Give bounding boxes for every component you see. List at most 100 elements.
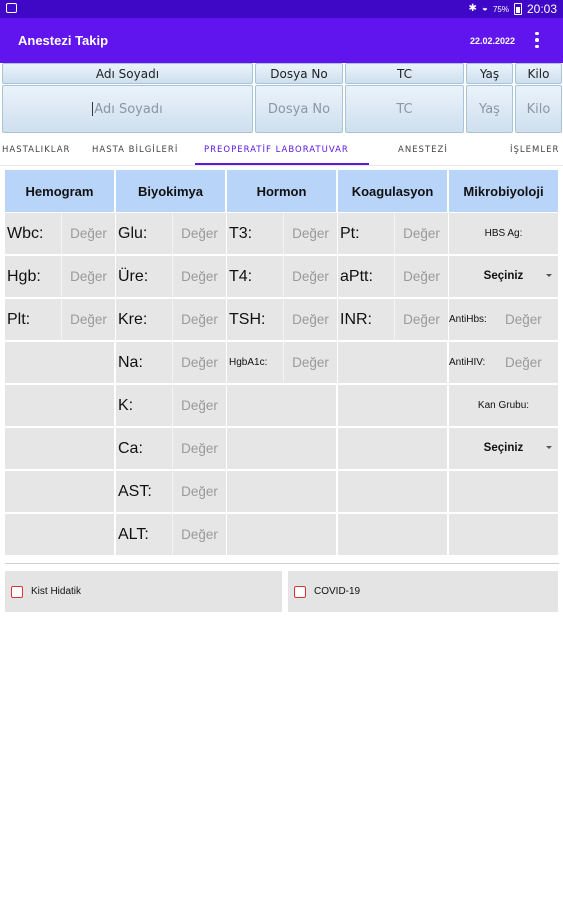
- glu-label: Glu:: [118, 225, 148, 242]
- lab-row: AntiHIV: Değer: [449, 342, 559, 384]
- tc-label: TC: [345, 63, 464, 84]
- tab-anestezi[interactable]: ANESTEZİ: [398, 145, 448, 155]
- plt-label: Plt:: [7, 311, 31, 328]
- lab-row: INR: Değer: [338, 299, 448, 341]
- lab-row: TSH: Değer: [227, 299, 337, 341]
- lab-row: Glu: Değer: [116, 213, 226, 255]
- ca-input[interactable]: Değer: [172, 428, 226, 469]
- t3-input[interactable]: Değer: [283, 213, 337, 254]
- k-label: K:: [118, 397, 134, 414]
- file-no-input[interactable]: Dosya No: [255, 85, 343, 133]
- inr-label: INR:: [340, 311, 372, 328]
- k-input[interactable]: Değer: [172, 385, 226, 426]
- lab-row: Ca: Değer: [116, 428, 226, 470]
- antihbs-input[interactable]: Değer: [505, 312, 542, 327]
- pt-input[interactable]: Değer: [394, 213, 448, 254]
- lab-row: Plt: Değer: [5, 299, 115, 341]
- empty-cell: [227, 428, 337, 470]
- app-title: Anestezi Takip: [18, 33, 109, 48]
- lab-row: HgbA1c: Değer: [227, 342, 337, 384]
- lab-row: Kre: Değer: [116, 299, 226, 341]
- lab-row: Wbc: Değer: [5, 213, 115, 255]
- lab-row: ALT: Değer: [116, 514, 226, 556]
- hgb-input[interactable]: Değer: [61, 256, 115, 297]
- hormon-header: Hormon: [227, 170, 337, 212]
- tab-islemler[interactable]: İŞLEMLER: [510, 145, 559, 155]
- empty-cell: [338, 428, 448, 470]
- name-input[interactable]: Adı Soyadı: [2, 85, 253, 133]
- hgb-label: Hgb:: [7, 268, 41, 285]
- t4-label: T4:: [229, 268, 253, 285]
- wbc-input[interactable]: Değer: [61, 213, 115, 254]
- covid-19-label: COVID-19: [314, 586, 361, 597]
- kan-grubu-select-value: Seçiniz: [483, 442, 524, 454]
- inr-input[interactable]: Değer: [394, 299, 448, 340]
- kan-grubu-row: Kan Grubu:: [449, 385, 559, 427]
- tab-hastaliklar[interactable]: HASTALIKLAR: [2, 145, 70, 155]
- t3-label: T3:: [229, 225, 253, 242]
- empty-cell: [5, 428, 115, 470]
- battery-percent: 75%: [492, 4, 509, 14]
- aptt-input[interactable]: Değer: [394, 256, 448, 297]
- tsh-label: TSH:: [229, 311, 266, 328]
- aptt-label: aPtt:: [340, 268, 373, 285]
- wbc-label: Wbc:: [7, 225, 44, 242]
- tab-bar: HASTALIKLAR HASTA BİLGİLERİ PREOPERATİF …: [0, 135, 563, 166]
- antihbs-label: AntiHbs:: [449, 314, 487, 325]
- tc-input[interactable]: TC: [345, 85, 464, 133]
- hgba1c-input[interactable]: Değer: [283, 342, 337, 383]
- battery-icon: [513, 3, 522, 15]
- alt-input[interactable]: Değer: [172, 514, 226, 555]
- weight-input[interactable]: Kilo: [515, 85, 562, 133]
- glu-input[interactable]: Değer: [172, 213, 226, 254]
- empty-cell: [338, 385, 448, 427]
- date-label[interactable]: 22.02.2022: [470, 36, 515, 46]
- file-no-label: Dosya No: [255, 63, 343, 84]
- kan-grubu-select[interactable]: Seçiniz: [449, 428, 559, 470]
- alt-label: ALT:: [118, 526, 149, 543]
- hbs-ag-select[interactable]: Seçiniz: [449, 256, 559, 298]
- empty-cell: [338, 514, 448, 556]
- na-input[interactable]: Değer: [172, 342, 226, 383]
- divider: [5, 563, 559, 564]
- koagulasyon-header: Koagulasyon: [338, 170, 448, 212]
- empty-cell: [227, 514, 337, 556]
- lab-row: Pt: Değer: [338, 213, 448, 255]
- kre-input[interactable]: Değer: [172, 299, 226, 340]
- lab-row: Hgb: Değer: [5, 256, 115, 298]
- wifi-icon: ◒: [481, 3, 488, 14]
- hgba1c-label: HgbA1c:: [229, 357, 268, 368]
- covid-19-checkbox[interactable]: COVID-19: [288, 571, 558, 612]
- antihiv-input[interactable]: Değer: [505, 355, 542, 370]
- tab-preoperatif-laboratuvar[interactable]: PREOPERATİF LABORATUVAR: [204, 145, 349, 155]
- tsh-input[interactable]: Değer: [283, 299, 337, 340]
- mikrobiyoloji-header: Mikrobiyoloji: [449, 170, 559, 212]
- t4-input[interactable]: Değer: [283, 256, 337, 297]
- tab-hasta-bilgileri[interactable]: HASTA BİLGİLERİ: [92, 145, 178, 155]
- bluetooth-icon: ✱: [468, 3, 477, 14]
- empty-cell: [227, 471, 337, 513]
- status-bar: ✱ ◒ 75% 20:03: [0, 0, 563, 18]
- empty-cell: [338, 342, 448, 384]
- ure-label: Üre:: [118, 268, 149, 285]
- patient-header: Adı Soyadı Dosya No TC Yaş Kilo Adı Soya…: [0, 63, 563, 134]
- empty-cell: [449, 471, 559, 513]
- na-label: Na:: [118, 354, 143, 371]
- lab-row: Na: Değer: [116, 342, 226, 384]
- overflow-menu-icon[interactable]: [529, 30, 545, 50]
- age-input[interactable]: Yaş: [466, 85, 513, 133]
- weight-label: Kilo: [515, 63, 562, 84]
- empty-cell: [5, 342, 115, 384]
- lab-row: K: Değer: [116, 385, 226, 427]
- app-bar: Anestezi Takip 22.02.2022: [0, 18, 563, 63]
- active-tab-indicator: [195, 163, 369, 165]
- plt-input[interactable]: Değer: [61, 299, 115, 340]
- empty-cell: [338, 471, 448, 513]
- lab-row: T3: Değer: [227, 213, 337, 255]
- checkbox-icon: [294, 585, 306, 598]
- kist-hidatik-checkbox[interactable]: Kist Hidatik: [5, 571, 282, 612]
- ast-input[interactable]: Değer: [172, 471, 226, 512]
- ure-input[interactable]: Değer: [172, 256, 226, 297]
- status-icons: ✱ ◒ 75% 20:03: [469, 2, 557, 16]
- kist-hidatik-label: Kist Hidatik: [31, 586, 82, 597]
